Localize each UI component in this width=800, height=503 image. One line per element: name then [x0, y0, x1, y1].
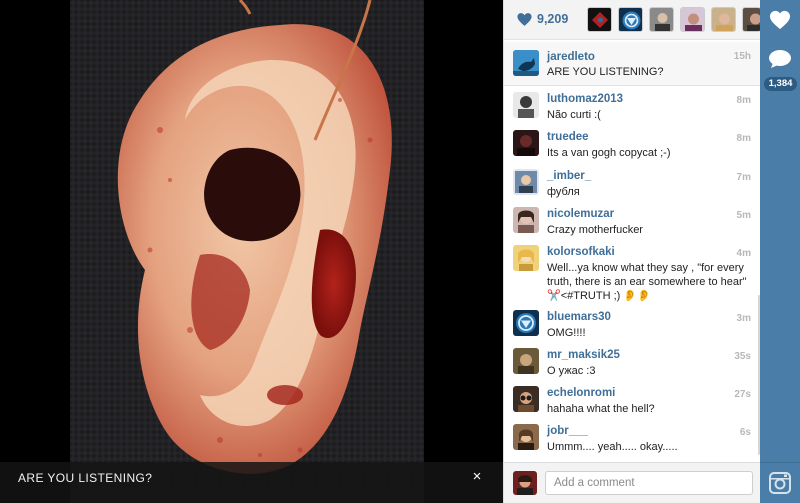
liker-avatar[interactable] — [680, 7, 705, 32]
comment-button[interactable] — [760, 39, 800, 79]
avatar[interactable] — [513, 245, 539, 271]
instagram-button[interactable] — [760, 463, 800, 503]
photo-viewer: ARE YOU LISTENING? × 9,209 jaredleto ARE… — [0, 0, 800, 503]
comment-text: OMG!!!! — [547, 327, 586, 339]
avatar[interactable] — [513, 92, 539, 118]
comment-timestamp: 35s — [734, 351, 751, 362]
comment-timestamp: 3m — [736, 313, 751, 324]
like-button[interactable] — [760, 0, 800, 40]
ear-photo-image — [70, 0, 424, 503]
comment-text: hahaha what the hell? — [547, 403, 655, 415]
comment-item: truedee Its a van gogh copycat ;-) 8m — [504, 130, 761, 166]
comment-username[interactable]: kolorsofkaki — [547, 246, 615, 258]
my-avatar — [513, 471, 537, 495]
comment-item: nicolemuzar Crazy motherfucker 5m — [504, 207, 761, 243]
close-icon[interactable]: × — [468, 468, 486, 486]
liker-avatar[interactable] — [742, 7, 761, 32]
liker-avatar[interactable] — [649, 7, 674, 32]
avatar[interactable] — [513, 50, 539, 76]
comment-username[interactable]: echelonromi — [547, 387, 615, 399]
comments-panel: 9,209 jaredleto ARE YOU LISTENING? 15h l… — [503, 0, 761, 503]
likes-count[interactable]: 9,209 — [537, 12, 568, 26]
likes-bar: 9,209 — [504, 0, 761, 40]
comment-text: Crazy motherfucker — [547, 224, 643, 236]
comment-text: Well...ya know what they say , "for ever… — [547, 262, 747, 302]
comment-username[interactable]: truedee — [547, 131, 589, 143]
comment-timestamp: 7m — [736, 172, 751, 183]
liker-avatar[interactable] — [618, 7, 643, 32]
comment-timestamp: 27s — [734, 389, 751, 400]
comment-item: jobr___ Ummm.... yeah..... okay..... 6s — [504, 424, 761, 458]
post-timestamp: 15h — [733, 51, 751, 62]
avatar[interactable] — [513, 310, 539, 336]
comment-timestamp: 8m — [736, 133, 751, 144]
camera-icon — [769, 472, 791, 494]
comment-count-badge: 1,384 — [764, 77, 797, 91]
liker-avatar[interactable] — [587, 7, 612, 32]
comment-item: mr_maksik25 О ужас :3 35s — [504, 348, 761, 384]
comment-timestamp: 8m — [736, 95, 751, 106]
comment-timestamp: 4m — [736, 248, 751, 259]
heart-icon[interactable] — [516, 11, 533, 28]
comment-text: Não curti :( — [547, 109, 601, 121]
comment-username[interactable]: mr_maksik25 — [547, 349, 620, 361]
action-rail: 1,384 — [760, 0, 800, 503]
comment-input[interactable] — [545, 471, 753, 495]
comment-username[interactable]: nicolemuzar — [547, 208, 614, 220]
comment-text: Ummm.... yeah..... okay..... — [547, 441, 678, 453]
comment-username[interactable]: jobr___ — [547, 425, 588, 437]
comment-text: Its a van gogh copycat ;-) — [547, 147, 671, 159]
post-caption-text: ARE YOU LISTENING? — [547, 66, 664, 78]
speech-bubble-icon — [769, 50, 791, 68]
comment-timestamp: 6s — [739, 427, 751, 438]
liker-avatar[interactable] — [711, 7, 736, 32]
comment-text: фубля — [547, 186, 580, 198]
comment-bar — [504, 462, 761, 503]
avatar[interactable] — [513, 424, 539, 450]
comment-username[interactable]: luthomaz2013 — [547, 93, 623, 105]
comment-username[interactable]: bluemars30 — [547, 311, 611, 323]
comment-item: bluemars30 OMG!!!! 3m — [504, 310, 761, 346]
comments-list[interactable]: luthomaz2013 Não curti :( 8m truedee Its… — [504, 86, 761, 458]
comment-text: О ужас :3 — [547, 365, 596, 377]
comment-username[interactable]: _imber_ — [547, 170, 591, 182]
avatar[interactable] — [513, 169, 539, 195]
avatar[interactable] — [513, 207, 539, 233]
comment-timestamp: 5m — [736, 210, 751, 221]
comment-item: kolorsofkaki Well...ya know what they sa… — [504, 245, 761, 307]
post-photo[interactable] — [70, 0, 424, 503]
heart-icon — [770, 10, 790, 30]
post-caption-row: jaredleto ARE YOU LISTENING? 15h — [504, 42, 761, 86]
photo-caption: ARE YOU LISTENING? — [18, 471, 153, 485]
comment-item: echelonromi hahaha what the hell? 27s — [504, 386, 761, 422]
avatar[interactable] — [513, 386, 539, 412]
avatar[interactable] — [513, 348, 539, 374]
avatar[interactable] — [513, 130, 539, 156]
comment-item: luthomaz2013 Não curti :( 8m — [504, 92, 761, 128]
post-username[interactable]: jaredleto — [547, 51, 595, 63]
comment-item: _imber_ фубля 7m — [504, 169, 761, 205]
